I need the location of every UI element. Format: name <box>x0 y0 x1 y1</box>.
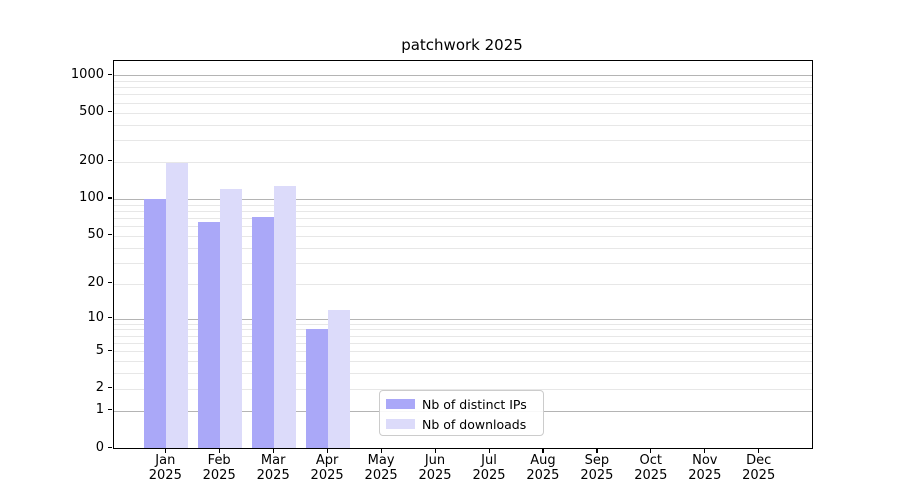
legend-label-downloads: Nb of downloads <box>422 417 526 432</box>
y-tick-label: 20 <box>44 276 104 289</box>
x-tick-label: Apr 2025 <box>297 453 357 483</box>
legend-item-downloads: Nb of downloads <box>386 414 526 434</box>
y-tick-label: 500 <box>44 105 104 118</box>
y-gridline-minor <box>114 218 812 219</box>
y-tick-label: 5 <box>44 344 104 357</box>
x-tick <box>219 449 220 453</box>
x-tick-label: Mar 2025 <box>243 453 303 483</box>
bar-distinct-ips <box>144 199 166 448</box>
y-tick-label: 1 <box>44 403 104 416</box>
legend: Nb of distinct IPs Nb of downloads <box>379 390 544 436</box>
legend-swatch-distinct-ips <box>386 399 415 409</box>
y-tick <box>108 160 112 161</box>
x-tick <box>542 449 543 453</box>
y-gridline-minor <box>114 81 812 82</box>
x-tick <box>327 449 328 453</box>
y-tick <box>108 197 112 198</box>
x-tick <box>596 449 597 453</box>
y-tick <box>108 317 112 318</box>
bar-distinct-ips <box>252 217 274 448</box>
x-tick-label: Feb 2025 <box>189 453 249 483</box>
x-tick-label: Jul 2025 <box>459 453 519 483</box>
y-tick <box>108 350 112 351</box>
y-gridline-minor <box>114 87 812 88</box>
x-tick-label: Sep 2025 <box>567 453 627 483</box>
y-tick <box>108 234 112 235</box>
bar-distinct-ips <box>306 329 328 448</box>
y-tick <box>108 111 112 112</box>
y-tick-label: 1000 <box>44 68 104 81</box>
legend-swatch-downloads <box>386 419 415 429</box>
x-tick-label: Dec 2025 <box>729 453 789 483</box>
x-tick-label: Aug 2025 <box>513 453 573 483</box>
y-tick <box>108 409 112 410</box>
x-tick <box>435 449 436 453</box>
bar-distinct-ips <box>198 222 220 448</box>
x-tick <box>758 449 759 453</box>
y-tick-label: 0 <box>44 441 104 454</box>
x-tick <box>381 449 382 453</box>
legend-label-distinct-ips: Nb of distinct IPs <box>422 397 527 412</box>
y-gridline-minor <box>114 140 812 141</box>
x-tick <box>165 449 166 453</box>
y-gridline-minor <box>114 125 812 126</box>
x-tick-label: Jan 2025 <box>135 453 195 483</box>
legend-item-distinct-ips: Nb of distinct IPs <box>386 394 527 414</box>
y-tick <box>108 74 112 75</box>
x-tick-label: Nov 2025 <box>675 453 735 483</box>
y-gridline-minor <box>114 113 812 114</box>
bar-downloads <box>166 163 188 448</box>
y-gridline-minor <box>114 103 812 104</box>
y-gridline-minor <box>114 205 812 206</box>
x-tick-label: Jun 2025 <box>405 453 465 483</box>
y-gridline-minor <box>114 162 812 163</box>
y-tick-label: 100 <box>44 191 104 204</box>
bar-downloads <box>274 186 296 448</box>
bar-downloads <box>220 189 242 448</box>
y-tick-label: 200 <box>44 154 104 167</box>
y-gridline-major <box>114 199 812 200</box>
y-tick <box>108 387 112 388</box>
y-tick-label: 2 <box>44 381 104 394</box>
x-tick <box>489 449 490 453</box>
y-tick-label: 50 <box>44 228 104 241</box>
y-tick-label: 10 <box>44 311 104 324</box>
x-tick-label: Oct 2025 <box>621 453 681 483</box>
y-tick <box>108 447 112 448</box>
x-tick <box>273 449 274 453</box>
y-gridline-minor <box>114 94 812 95</box>
bar-downloads <box>328 310 350 448</box>
y-gridline-minor <box>114 211 812 212</box>
x-tick <box>650 449 651 453</box>
y-tick <box>108 282 112 283</box>
figure: patchwork 2025 0 1 2 5 10 20 50 100 200 500 1000 J… <box>0 0 900 500</box>
chart-title: patchwork 2025 <box>113 36 811 54</box>
x-tick-label: May 2025 <box>351 453 411 483</box>
x-tick <box>704 449 705 453</box>
y-gridline-major <box>114 75 812 76</box>
